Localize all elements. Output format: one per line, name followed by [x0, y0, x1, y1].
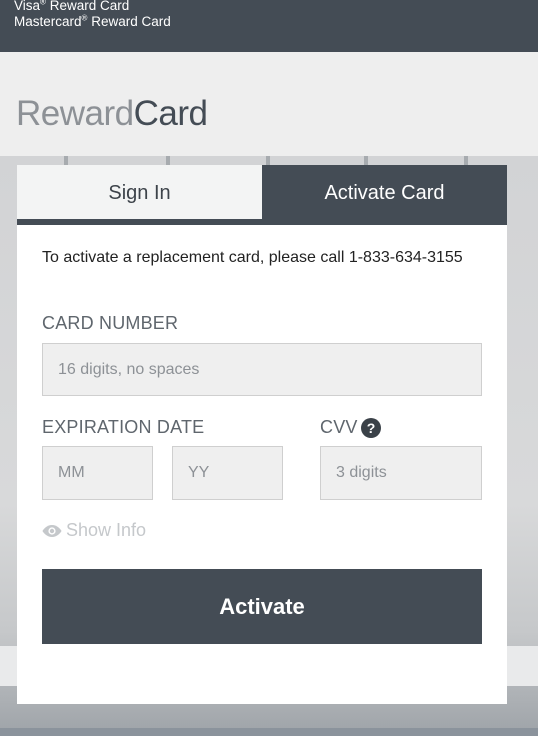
show-info-label: Show Info: [66, 520, 147, 540]
reward-card-logo[interactable]: RewardCard: [16, 94, 208, 134]
mastercard-reward-card-text: Mastercard® Reward Card: [14, 13, 171, 29]
header: RewardCard: [0, 52, 538, 156]
eye-icon: [42, 522, 62, 543]
activate-button[interactable]: Activate: [42, 569, 482, 644]
expiration-date-label: EXPIRATION DATE: [42, 417, 205, 437]
card-number-label: CARD NUMBER: [42, 313, 179, 333]
tab-activate-card[interactable]: Activate Card: [262, 165, 507, 225]
card-number-input[interactable]: [42, 343, 482, 396]
logo-reward: Reward: [16, 94, 134, 133]
tab-divider: [17, 219, 262, 225]
top-bar: Visa® Reward Card Mastercard® Reward Car…: [0, 0, 538, 52]
cvv-input[interactable]: [320, 446, 482, 500]
replacement-card-info: To activate a replacement card, please c…: [42, 249, 463, 266]
expiration-month-input[interactable]: [42, 446, 153, 500]
tab-sign-in[interactable]: Sign In: [17, 165, 262, 221]
activation-panel: Sign In Activate Card To activate a repl…: [17, 165, 507, 704]
show-info-toggle[interactable]: Show Info: [42, 520, 146, 543]
visa-reward-card-text: Visa® Reward Card: [14, 0, 130, 13]
question-circle-icon[interactable]: ?: [361, 418, 381, 438]
logo-card: Card: [133, 94, 208, 133]
cvv-label: CVV: [320, 417, 358, 437]
expiration-year-input[interactable]: [172, 446, 283, 500]
footer-strip: [0, 728, 538, 736]
